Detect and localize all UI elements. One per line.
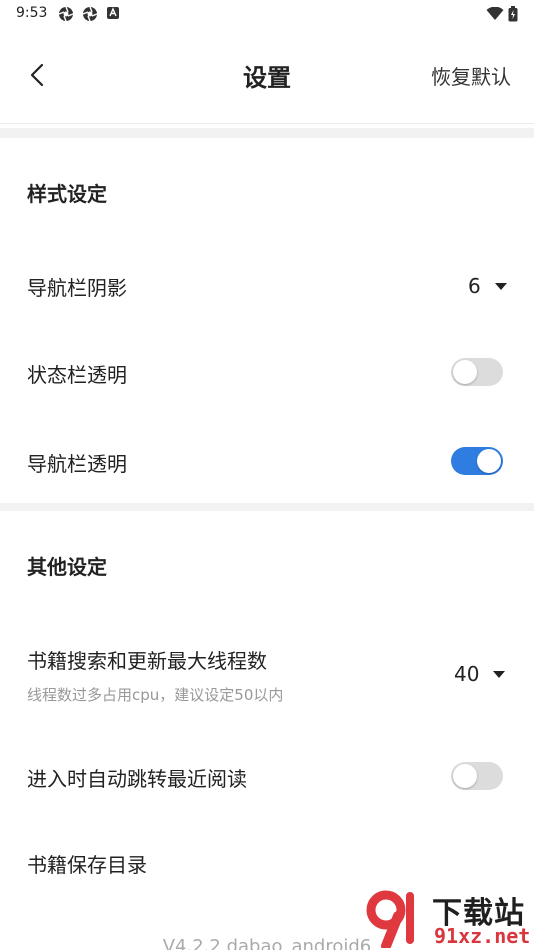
notification-icons (58, 6, 120, 22)
book-save-dir-item[interactable]: 书籍保存目录 (27, 849, 147, 878)
app-bar: 设置 恢复默认 (0, 28, 534, 124)
chevron-left-icon (30, 63, 44, 87)
section-title-other: 其他设定 (27, 555, 107, 579)
battery-icon (508, 6, 518, 22)
status-bar: 9:53 (0, 0, 534, 28)
app-notification-icon (107, 7, 119, 19)
aperture-icon (82, 6, 98, 22)
toggle-knob (453, 360, 477, 384)
section-divider (0, 128, 534, 138)
watermark-logo: 下载站 91xz.net (360, 888, 534, 950)
reset-defaults-button[interactable]: 恢复默认 (431, 61, 511, 90)
status-bar-transparent-toggle[interactable] (451, 358, 503, 386)
caret-down-icon (493, 670, 506, 678)
max-threads-hint: 线程数过多占用cpu，建议设定50以内 (27, 686, 284, 704)
auto-jump-toggle[interactable] (451, 762, 503, 790)
caret-down-icon (494, 282, 507, 290)
nav-bar-transparent-toggle[interactable] (451, 447, 503, 475)
nav-bar-shadow-dropdown[interactable]: 6 (468, 274, 507, 298)
nav-bar-transparent-label: 导航栏透明 (27, 452, 127, 476)
back-button[interactable] (24, 58, 50, 92)
section-title-style: 样式设定 (27, 182, 107, 206)
max-threads-label: 书籍搜索和更新最大线程数 (27, 649, 267, 673)
max-threads-dropdown[interactable]: 40 (454, 662, 506, 686)
section-divider (0, 503, 534, 511)
toggle-knob (453, 764, 477, 788)
status-time: 9:53 (16, 5, 48, 21)
auto-jump-label: 进入时自动跳转最近阅读 (27, 767, 247, 791)
status-bar-transparent-label: 状态栏透明 (27, 363, 127, 387)
max-threads-value: 40 (454, 662, 480, 686)
toggle-knob (477, 449, 501, 473)
nav-bar-shadow-value: 6 (468, 274, 481, 298)
watermark-mark-icon (366, 890, 414, 948)
wifi-icon (486, 7, 504, 20)
watermark-url: 91xz.net (434, 924, 531, 948)
nav-bar-shadow-label: 导航栏阴影 (27, 276, 127, 300)
system-icons (486, 6, 518, 22)
aperture-icon (58, 6, 74, 22)
